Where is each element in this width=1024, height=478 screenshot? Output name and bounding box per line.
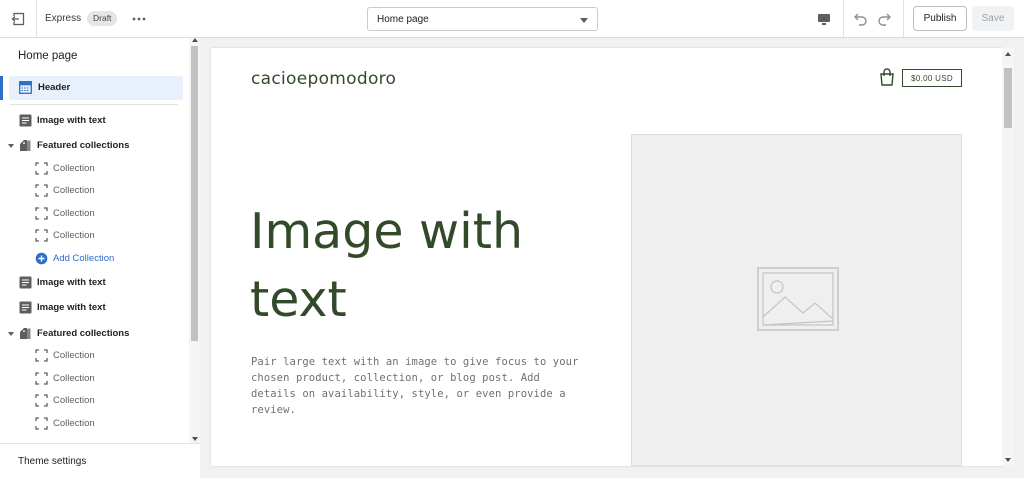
exit-icon bbox=[11, 12, 25, 26]
sidebar-item-collection[interactable]: Collection bbox=[0, 158, 189, 180]
scrollbar-thumb[interactable] bbox=[1004, 68, 1012, 128]
add-circle-icon bbox=[35, 252, 48, 265]
expand-caret-icon[interactable] bbox=[8, 144, 14, 148]
chevron-down-icon bbox=[580, 18, 588, 23]
image-placeholder bbox=[631, 134, 962, 466]
sidebar-item-collection[interactable]: Collection bbox=[0, 180, 189, 202]
dashed-square-icon bbox=[35, 372, 48, 385]
dashed-square-icon bbox=[35, 229, 48, 242]
dashed-square-icon bbox=[35, 394, 48, 407]
store-logo[interactable]: cacioepomodoro bbox=[251, 69, 396, 89]
sidebar-scrollbar[interactable] bbox=[189, 38, 200, 443]
more-actions-button[interactable] bbox=[131, 11, 147, 27]
sidebar-item-collection[interactable]: Collection bbox=[0, 413, 189, 435]
sidebar-item-image-with-text[interactable]: Image with text bbox=[0, 297, 189, 319]
theme-settings-label: Theme settings bbox=[18, 456, 87, 467]
page-select-value: Home page bbox=[377, 14, 429, 25]
scroll-down-icon[interactable] bbox=[192, 437, 198, 441]
hero-heading: Image with text bbox=[250, 203, 523, 328]
text-block-icon bbox=[19, 276, 32, 289]
save-button[interactable]: Save bbox=[972, 6, 1014, 31]
header-icon bbox=[19, 81, 32, 94]
sidebar-item-label: Image with text bbox=[37, 115, 106, 126]
top-bar: Express Draft Home page Publish Save bbox=[0, 0, 1024, 38]
page-select[interactable]: Home page bbox=[367, 7, 598, 31]
undo-icon bbox=[854, 13, 867, 26]
scrollbar-thumb[interactable] bbox=[191, 46, 198, 341]
sidebar-item-label: Collection bbox=[53, 208, 95, 219]
sidebar-item-label: Collection bbox=[53, 418, 95, 429]
more-horizontal-icon bbox=[132, 17, 146, 21]
collection-tag-icon bbox=[20, 328, 31, 339]
exit-button[interactable] bbox=[0, 0, 37, 38]
scroll-up-icon[interactable] bbox=[1005, 52, 1011, 56]
dashed-square-icon bbox=[35, 207, 48, 220]
sidebar-item-image-with-text[interactable]: Image with text bbox=[0, 272, 189, 294]
sidebar-item-label: Featured collections bbox=[37, 328, 130, 339]
storefront-preview: cacioepomodoro $0.00 USD Image with text… bbox=[211, 48, 1002, 466]
collection-tag-icon bbox=[20, 140, 31, 151]
publish-button[interactable]: Publish bbox=[913, 6, 967, 31]
sidebar-item-label: Header bbox=[38, 82, 71, 93]
device-preview-button[interactable] bbox=[813, 9, 835, 29]
sidebar-item-featured-collections[interactable]: Featured collections bbox=[0, 135, 189, 157]
sidebar-item-label: Add Collection bbox=[53, 253, 115, 264]
text-block-icon bbox=[19, 114, 32, 127]
dashed-square-icon bbox=[35, 162, 48, 175]
sidebar-item-collection[interactable]: Collection bbox=[0, 203, 189, 225]
sidebar-item-collection[interactable]: Collection bbox=[0, 390, 189, 412]
sidebar-item-label: Collection bbox=[53, 230, 95, 241]
sidebar-item-label: Collection bbox=[53, 185, 95, 196]
sidebar-item-label: Featured collections bbox=[37, 140, 130, 151]
shopping-bag-icon[interactable] bbox=[879, 68, 895, 86]
sidebar: Home page Header Image with text Feature… bbox=[0, 38, 200, 478]
sidebar-title: Home page bbox=[18, 50, 78, 62]
toolbar-divider bbox=[903, 0, 904, 38]
redo-icon bbox=[878, 13, 891, 26]
dashed-square-icon bbox=[35, 349, 48, 362]
sidebar-item-image-with-text[interactable]: Image with text bbox=[0, 110, 189, 132]
sidebar-item-collection[interactable]: Collection bbox=[0, 368, 189, 390]
dashed-square-icon bbox=[35, 417, 48, 430]
sidebar-item-label: Collection bbox=[53, 373, 95, 384]
section-divider bbox=[10, 104, 178, 105]
text-block-icon bbox=[19, 301, 32, 314]
status-badge: Draft bbox=[87, 11, 118, 26]
scroll-up-icon[interactable] bbox=[192, 38, 198, 42]
desktop-icon bbox=[818, 13, 830, 25]
toolbar-divider bbox=[843, 0, 844, 38]
cart-total[interactable]: $0.00 USD bbox=[902, 69, 962, 87]
dashed-square-icon bbox=[35, 184, 48, 197]
hero-body-text: Pair large text with an image to give fo… bbox=[251, 356, 579, 416]
theme-settings-button[interactable]: Theme settings bbox=[0, 443, 200, 478]
expand-caret-icon[interactable] bbox=[8, 332, 14, 336]
sidebar-item-featured-collections[interactable]: Featured collections bbox=[0, 323, 189, 345]
theme-name: Express bbox=[45, 13, 82, 24]
preview-scrollbar[interactable] bbox=[1002, 48, 1014, 466]
add-collection-button[interactable]: Add Collection bbox=[0, 248, 189, 270]
image-placeholder-icon bbox=[757, 267, 839, 331]
sidebar-item-label: Collection bbox=[53, 395, 95, 406]
sidebar-item-collection[interactable]: Collection bbox=[0, 225, 189, 247]
sidebar-item-label: Image with text bbox=[37, 302, 106, 313]
undo-button[interactable] bbox=[851, 10, 869, 28]
sidebar-item-label: Image with text bbox=[37, 277, 106, 288]
sidebar-item-collection[interactable]: Collection bbox=[0, 345, 189, 367]
sidebar-item-header[interactable]: Header bbox=[0, 76, 183, 100]
redo-button[interactable] bbox=[876, 10, 894, 28]
sidebar-item-label: Collection bbox=[53, 350, 95, 361]
sidebar-item-label: Collection bbox=[53, 163, 95, 174]
scroll-down-icon[interactable] bbox=[1005, 458, 1011, 462]
